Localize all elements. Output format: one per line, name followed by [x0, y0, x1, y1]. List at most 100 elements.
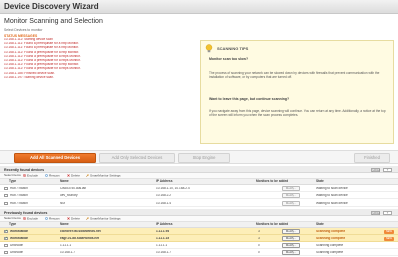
- modify-button[interactable]: Modify...: [282, 229, 300, 234]
- row-checkbox[interactable]: [4, 186, 8, 191]
- modify-button[interactable]: Modify...: [282, 201, 300, 206]
- recently-found-extra: Hub / Switch N/A 10.168.1.4 Modify... Wa…: [0, 200, 398, 207]
- row-ip: 1.11.1.1: [156, 243, 168, 247]
- column-header-state[interactable]: State: [316, 179, 324, 184]
- column-header-monitors[interactable]: Monitors to be added: [256, 179, 288, 184]
- settings-icon: [86, 217, 89, 221]
- row-state: Scanning complete: [316, 243, 344, 247]
- row-ip: 1.11.1.94: [156, 229, 170, 233]
- settings-icon: [86, 174, 89, 178]
- column-header-state[interactable]: State: [316, 222, 324, 227]
- table-row[interactable]: Workstation cicebeer.tst.solarwinds.net …: [0, 228, 398, 235]
- status-messages: 10.168.1.112: Starting device scan 10.16…: [4, 38, 189, 80]
- add-all-scanned-devices-button[interactable]: Add All Scanned Devices: [14, 153, 96, 163]
- previously-found-section: Previously found devices [HIDE] ? Select…: [0, 209, 398, 257]
- row-state: Waiting to scan device: [316, 193, 348, 197]
- modify-button[interactable]: Modify...: [282, 186, 300, 191]
- wizard-title-bar: Device Discovery Wizard: [0, 0, 398, 14]
- row-ip: 10.168.1.7: [156, 250, 172, 254]
- row-checkbox[interactable]: [4, 201, 8, 206]
- row-type: Workstation: [10, 236, 29, 240]
- delete-icon: [67, 217, 70, 221]
- row-monitor-count: 3: [258, 229, 260, 233]
- select-items-menu[interactable]: Select items: [4, 174, 21, 178]
- modify-button[interactable]: Modify...: [282, 193, 300, 198]
- new-badge: NEW: [383, 229, 394, 234]
- column-header-ip[interactable]: IP Address: [156, 179, 172, 184]
- page-title: Monitor Scanning and Selection: [4, 18, 103, 25]
- help-icon[interactable]: ?: [383, 210, 392, 215]
- section-header: Recently found devices [HIDE] ?: [0, 166, 398, 173]
- column-header-monitors[interactable]: Monitors to be added: [256, 222, 288, 227]
- row-checkbox[interactable]: [4, 243, 8, 248]
- delete-icon: [67, 174, 70, 178]
- section-title: Previously found devices: [4, 210, 48, 215]
- select-items-menu[interactable]: Select items: [4, 217, 21, 221]
- row-state: Scanning complete: [316, 229, 346, 233]
- row-checkbox[interactable]: [4, 250, 8, 255]
- tip-question-slow: Monitor scan too slow?: [209, 57, 249, 61]
- tip-question-leave: Want to leave this page, but continue sc…: [209, 97, 290, 101]
- lightbulb-icon: [205, 44, 213, 53]
- row-name: Cisco3750.aus.lab: [60, 186, 87, 190]
- section-toggle-hide[interactable]: [HIDE]: [371, 210, 380, 215]
- column-header-type[interactable]: Type: [9, 179, 16, 184]
- modify-button[interactable]: Modify...: [282, 243, 300, 248]
- row-type: Hub / Switch: [10, 201, 28, 205]
- row-type: Hub / Switch: [10, 193, 28, 197]
- modify-button[interactable]: Modify...: [282, 250, 300, 255]
- column-header-name[interactable]: Name: [60, 179, 69, 184]
- row-monitor-count: 0: [258, 243, 260, 247]
- table-row[interactable]: Unknown 10.168.1.7 10.168.1.7 0 Modify..…: [0, 249, 398, 256]
- row-checkbox[interactable]: [4, 229, 8, 233]
- table-row[interactable]: Workstation eagr-01.ad.solarwinds.net 1.…: [0, 235, 398, 242]
- recently-found-section: Recently found devices [HIDE] ? Select i…: [0, 166, 398, 200]
- row-ip: 10.168.2.2: [156, 193, 172, 197]
- add-only-selected-devices-button[interactable]: Add Only Selected Devices: [99, 153, 175, 163]
- stop-engine-button[interactable]: Stop Engine: [178, 153, 230, 163]
- action-bar: Add All Scanned Devices Add Only Selecte…: [0, 150, 398, 164]
- modify-button[interactable]: Modify...: [282, 236, 300, 241]
- row-monitor-count: 0: [258, 250, 260, 254]
- exclude-icon: [23, 217, 26, 221]
- tip-text-leave: If you navigate away from this page, dev…: [209, 109, 386, 118]
- row-type: Unknown: [10, 250, 24, 254]
- window-title: Device Discovery Wizard: [4, 2, 99, 11]
- table-row[interactable]: Hub / Switch uev_foundry 10.168.2.2 Modi…: [0, 192, 398, 199]
- row-name: 10.168.1.7: [60, 250, 76, 254]
- column-header-ip[interactable]: IP Address: [156, 222, 172, 227]
- column-header-name[interactable]: Name: [60, 222, 69, 227]
- row-state: Waiting to scan device: [316, 201, 348, 205]
- row-ip: 10.168.1.4: [156, 201, 172, 205]
- finished-button[interactable]: Finished: [354, 153, 390, 163]
- scanning-tips-panel: SCANNING TIPS Monitor scan too slow? The…: [200, 40, 394, 144]
- row-checkbox[interactable]: [4, 236, 8, 240]
- row-type: Hub / Switch: [10, 186, 28, 190]
- new-badge: NEW: [383, 236, 394, 241]
- table-row[interactable]: Hub / Switch N/A 10.168.1.4 Modify... Wa…: [0, 200, 398, 207]
- row-name: uev_foundry: [60, 193, 78, 197]
- section-header: Previously found devices [HIDE] ?: [0, 209, 398, 216]
- row-ip: 1.11.1.15: [156, 236, 170, 240]
- help-icon[interactable]: ?: [383, 167, 392, 172]
- row-name: N/A: [60, 201, 66, 205]
- column-header-type[interactable]: Type: [9, 222, 16, 227]
- row-type: Workstation: [10, 229, 29, 233]
- section-title: Recently found devices: [4, 167, 45, 172]
- row-state: Scanning complete: [316, 236, 346, 240]
- table-row[interactable]: Unknown 1.11.1.1 1.11.1.1 0 Modify... Sc…: [0, 242, 398, 249]
- refresh-icon: [45, 174, 48, 178]
- row-name: cicebeer.tst.solarwinds.net: [60, 229, 101, 233]
- row-checkbox[interactable]: [4, 193, 8, 198]
- tip-text-slow: The process of scanning your network can…: [209, 71, 380, 80]
- row-name: 1.11.1.1: [60, 243, 72, 247]
- row-type: Unknown: [10, 243, 24, 247]
- tips-heading: SCANNING TIPS: [217, 46, 249, 51]
- section-toggle-hide[interactable]: [HIDE]: [371, 167, 380, 172]
- row-monitor-count: 3: [258, 236, 260, 240]
- row-name: eagr-01.ad.solarwinds.net: [60, 236, 100, 240]
- exclude-icon: [23, 174, 26, 178]
- refresh-icon: [45, 217, 48, 221]
- page-caption: Select Devices to monitor: [4, 28, 43, 32]
- table-row[interactable]: Hub / Switch Cisco3750.aus.lab 10.168.1.…: [0, 185, 398, 192]
